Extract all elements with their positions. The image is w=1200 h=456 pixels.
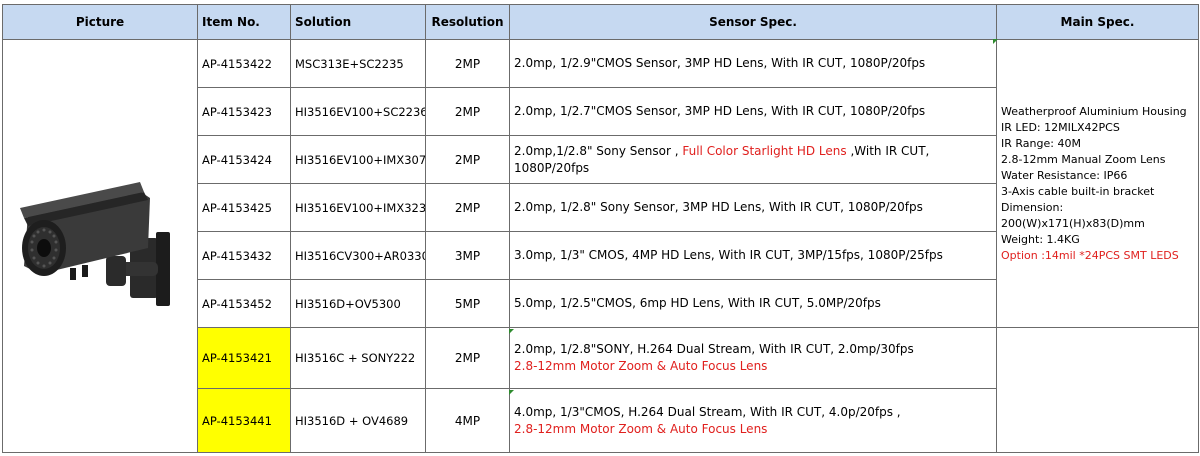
sensor-spec-highlight: 2.8-12mm Motor Zoom & Auto Focus Lens xyxy=(514,359,768,373)
cell-comment-marker xyxy=(509,329,514,334)
solution-cell: HI3516EV100+IMX323 xyxy=(290,183,426,232)
solution-cell: HI3516CV300+AR0330 xyxy=(290,231,426,280)
main-spec-line: 2.8-12mm Manual Zoom Lens xyxy=(1001,152,1166,166)
main-spec-option: Option :14mil *24PCS SMT LEDS xyxy=(1001,248,1179,262)
resolution-cell: 3MP xyxy=(425,231,510,280)
item-no-cell: AP-4153421 xyxy=(197,327,291,389)
main-spec-line: 3-Axis cable built-in bracket xyxy=(1001,184,1155,198)
solution-cell: HI3516D+OV5300 xyxy=(290,279,426,328)
item-no-cell: AP-4153425 xyxy=(197,183,291,232)
solution-cell: HI3516EV100+SC2236 xyxy=(290,87,426,136)
header-main-spec: Main Spec. xyxy=(996,4,1199,40)
cell-comment-marker xyxy=(993,39,998,44)
main-spec-line: IR LED: 12MILX42PCS xyxy=(1001,120,1120,134)
header-resolution: Resolution xyxy=(425,4,510,40)
header-row: Picture Item No. Solution Resolution Sen… xyxy=(2,4,1199,40)
item-no-cell: AP-4153422 xyxy=(197,39,291,88)
sensor-spec-text: 2.0mp, 1/2.8"SONY, H.264 Dual Stream, Wi… xyxy=(514,342,914,356)
sensor-spec-cell: 3.0mp, 1/3" CMOS, 4MP HD Lens, With IR C… xyxy=(509,231,997,280)
sensor-spec-cell: 4.0mp, 1/3"CMOS, H.264 Dual Stream, With… xyxy=(509,388,997,453)
item-no-cell: AP-4153441 xyxy=(197,388,291,453)
picture-cell xyxy=(2,39,198,453)
sensor-spec-highlight: 2.8-12mm Motor Zoom & Auto Focus Lens xyxy=(514,421,768,436)
resolution-cell: 2MP xyxy=(425,87,510,136)
sensor-spec-cell: 5.0mp, 1/2.5"CMOS, 6mp HD Lens, With IR … xyxy=(509,279,997,328)
header-sensor-spec: Sensor Spec. xyxy=(509,4,997,40)
header-solution: Solution xyxy=(290,4,426,40)
resolution-cell: 5MP xyxy=(425,279,510,328)
solution-cell: HI3516EV100+IMX307 xyxy=(290,135,426,184)
sensor-spec-cell: 2.0mp, 1/2.9"CMOS Sensor, 3MP HD Lens, W… xyxy=(509,39,997,88)
header-item-no: Item No. xyxy=(197,4,291,40)
resolution-cell: 2MP xyxy=(425,135,510,184)
solution-cell: HI3516D + OV4689 xyxy=(290,388,426,453)
sensor-spec-text: 2.0mp, 1/2.7"CMOS Sensor, 3MP HD Lens, W… xyxy=(514,104,926,118)
sensor-spec-cell: 2.0mp,1/2.8" Sony Sensor , Full Color St… xyxy=(509,135,997,184)
sensor-spec-text: 2.0mp, 1/2.8" Sony Sensor, 3MP HD Lens, … xyxy=(514,200,923,214)
cell-comment-marker xyxy=(509,390,514,395)
product-spec-table: Picture Item No. Solution Resolution Sen… xyxy=(2,4,1199,453)
main-spec-empty xyxy=(996,327,1199,453)
header-picture: Picture xyxy=(2,4,198,40)
resolution-cell: 2MP xyxy=(425,39,510,88)
sensor-spec-highlight: Full Color Starlight HD Lens xyxy=(682,143,847,158)
bullet-camera-icon xyxy=(20,181,170,306)
resolution-cell: 4MP xyxy=(425,388,510,453)
table-row: AP-4153422 MSC313E+SC2235 2MP 2.0mp, 1/2… xyxy=(2,39,1199,453)
main-spec-line: Weatherproof Aluminium Housing xyxy=(1001,104,1187,118)
main-spec-line: Dimension: 200(W)x171(H)x83(D)mm xyxy=(1001,200,1145,230)
resolution-cell: 2MP xyxy=(425,183,510,232)
sensor-spec-text: 3.0mp, 1/3" CMOS, 4MP HD Lens, With IR C… xyxy=(514,248,943,262)
sensor-spec-text: 4.0mp, 1/3"CMOS, H.264 Dual Stream, With… xyxy=(514,404,901,419)
sensor-spec-text: 2.0mp,1/2.8" Sony Sensor , xyxy=(514,143,683,158)
sensor-spec-text: 5.0mp, 1/2.5"CMOS, 6mp HD Lens, With IR … xyxy=(514,296,881,310)
sensor-spec-cell: 2.0mp, 1/2.8"SONY, H.264 Dual Stream, Wi… xyxy=(509,327,997,389)
main-spec-line: Weight: 1.4KG xyxy=(1001,232,1080,246)
item-no-cell: AP-4153424 xyxy=(197,135,291,184)
solution-cell: HI3516C + SONY222 xyxy=(290,327,426,389)
main-spec-line: IR Range: 40M xyxy=(1001,136,1081,150)
main-spec-line: Water Resistance: IP66 xyxy=(1001,168,1128,182)
item-no-cell: AP-4153452 xyxy=(197,279,291,328)
solution-cell: MSC313E+SC2235 xyxy=(290,39,426,88)
main-spec-cell: Weatherproof Aluminium Housing IR LED: 1… xyxy=(996,39,1199,328)
sensor-spec-cell: 2.0mp, 1/2.7"CMOS Sensor, 3MP HD Lens, W… xyxy=(509,87,997,136)
resolution-cell: 2MP xyxy=(425,327,510,389)
sensor-spec-cell: 2.0mp, 1/2.8" Sony Sensor, 3MP HD Lens, … xyxy=(509,183,997,232)
sensor-spec-text: 2.0mp, 1/2.9"CMOS Sensor, 3MP HD Lens, W… xyxy=(514,56,926,70)
item-no-cell: AP-4153432 xyxy=(197,231,291,280)
item-no-cell: AP-4153423 xyxy=(197,87,291,136)
